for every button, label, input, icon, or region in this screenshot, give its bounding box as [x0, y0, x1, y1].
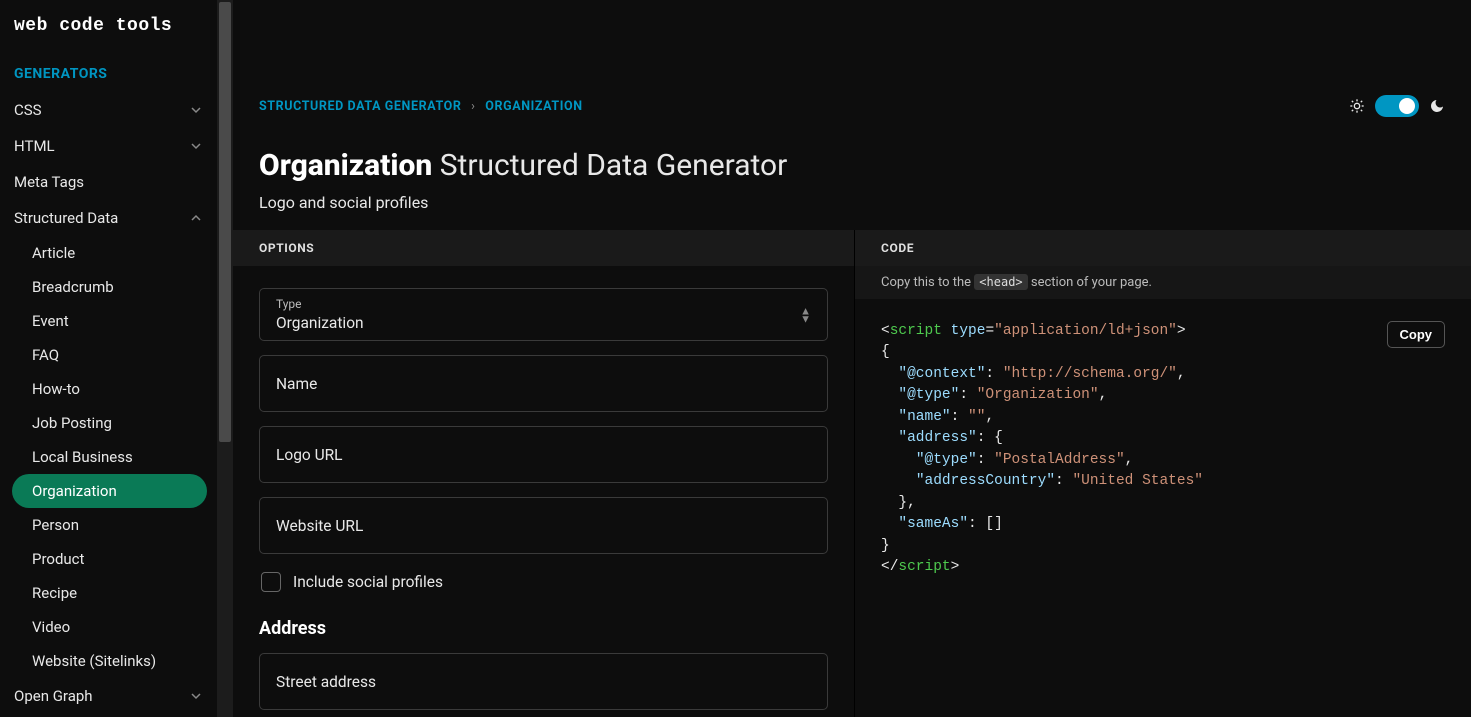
code-token: "Organization" — [977, 387, 1099, 403]
moon-icon — [1429, 98, 1445, 114]
code-hint-tag: <head> — [974, 274, 1027, 290]
page-title-bold: Organization — [259, 148, 432, 183]
sidebar-subitem-product[interactable]: Product — [12, 542, 207, 576]
name-placeholder: Name — [276, 375, 317, 393]
sidebar-sublist-structured-data: Article Breadcrumb Event FAQ How-to Job … — [0, 236, 217, 678]
sun-icon — [1349, 98, 1365, 114]
logo-url-field[interactable]: Logo URL — [259, 426, 828, 483]
website-url-field[interactable]: Website URL — [259, 497, 828, 554]
breadcrumb: STRUCTURED DATA GENERATOR › ORGANIZATION — [259, 99, 583, 114]
code-output: Copy <script type="application/ld+json">… — [855, 299, 1471, 600]
page-title-block: Organization Structured Data Generator L… — [233, 126, 1471, 230]
street-address-field[interactable]: Street address — [259, 653, 828, 710]
code-token: "http://schema.org/" — [1003, 366, 1177, 382]
sidebar-subitem-person[interactable]: Person — [12, 508, 207, 542]
code-token: script — [890, 323, 942, 339]
include-social-label: Include social profiles — [293, 573, 443, 591]
sidebar-item-structured-data[interactable]: Structured Data — [0, 200, 217, 236]
code-token: "@type" — [898, 387, 959, 403]
code-token: "" — [968, 409, 985, 425]
name-field[interactable]: Name — [259, 355, 828, 412]
chevron-down-icon — [189, 689, 203, 703]
code-token: "PostalAddress" — [994, 452, 1125, 468]
code-token: "United States" — [1072, 473, 1203, 489]
theme-toggle-group — [1349, 95, 1445, 117]
sidebar-item-label: CSS — [14, 101, 42, 119]
sidebar-subitem-howto[interactable]: How-to — [12, 372, 207, 406]
code-header: CODE — [855, 230, 1471, 266]
code-token: script — [898, 559, 950, 575]
sidebar-item-html[interactable]: HTML — [0, 128, 217, 164]
code-token: "addressCountry" — [916, 473, 1055, 489]
select-arrows-icon: ▲▼ — [800, 307, 811, 322]
code-panel: CODE Copy this to the <head> section of … — [855, 230, 1471, 717]
scrollbar-thumb[interactable] — [219, 2, 231, 442]
address-section-header: Address — [259, 610, 828, 653]
sidebar-item-css[interactable]: CSS — [0, 92, 217, 128]
sidebar-subitem-article[interactable]: Article — [12, 236, 207, 270]
page-title-rest: Structured Data Generator — [432, 148, 787, 183]
checkbox-icon[interactable] — [261, 572, 281, 592]
sidebar: web code tools GENERATORS CSS HTML Meta … — [0, 0, 217, 717]
options-header: OPTIONS — [233, 230, 854, 266]
code-token: "sameAs" — [898, 516, 968, 532]
include-social-checkbox-row[interactable]: Include social profiles — [259, 568, 828, 610]
type-label: Type — [276, 297, 811, 311]
sidebar-section-label: GENERATORS — [0, 60, 217, 92]
code-hint: Copy this to the <head> section of your … — [855, 266, 1471, 299]
toggle-knob — [1399, 98, 1415, 114]
website-placeholder: Website URL — [276, 517, 363, 535]
code-token: "@context" — [898, 366, 985, 382]
sidebar-subitem-website[interactable]: Website (Sitelinks) — [12, 644, 207, 678]
type-value: Organization — [276, 314, 811, 332]
sidebar-item-label: Structured Data — [14, 209, 118, 227]
code-token: "@type" — [916, 452, 977, 468]
sidebar-item-label: HTML — [14, 137, 55, 155]
brand-logo[interactable]: web code tools — [0, 16, 217, 60]
sidebar-item-label: Open Graph — [14, 687, 93, 705]
page-subtitle: Logo and social profiles — [259, 193, 1445, 212]
code-token: "address" — [898, 430, 976, 446]
sidebar-item-label: Meta Tags — [14, 173, 84, 191]
options-panel: OPTIONS Type Organization ▲▼ Name Logo U… — [233, 230, 855, 717]
sidebar-item-meta-tags[interactable]: Meta Tags — [0, 164, 217, 200]
logo-placeholder: Logo URL — [276, 446, 343, 464]
theme-toggle[interactable] — [1375, 95, 1419, 117]
code-token: type — [951, 323, 986, 339]
sidebar-subitem-event[interactable]: Event — [12, 304, 207, 338]
street-placeholder: Street address — [276, 673, 376, 691]
code-token: "application/ld+json" — [994, 323, 1177, 339]
chevron-up-icon — [189, 211, 203, 225]
page-title: Organization Structured Data Generator — [259, 148, 1445, 183]
copy-button[interactable]: Copy — [1387, 321, 1446, 348]
code-hint-suffix: section of your page. — [1028, 275, 1152, 290]
breadcrumb-row: STRUCTURED DATA GENERATOR › ORGANIZATION — [233, 86, 1471, 126]
chevron-down-icon — [189, 103, 203, 117]
code-hint-prefix: Copy this to the — [881, 275, 974, 290]
sidebar-subitem-jobposting[interactable]: Job Posting — [12, 406, 207, 440]
chevron-down-icon — [189, 139, 203, 153]
top-ad-space — [233, 0, 1471, 86]
sidebar-subitem-localbusiness[interactable]: Local Business — [12, 440, 207, 474]
sidebar-subitem-faq[interactable]: FAQ — [12, 338, 207, 372]
code-token: "name" — [898, 409, 950, 425]
sidebar-item-opengraph[interactable]: Open Graph — [0, 678, 217, 714]
breadcrumb-parent[interactable]: STRUCTURED DATA GENERATOR — [259, 99, 461, 114]
type-select[interactable]: Type Organization ▲▼ — [259, 288, 828, 341]
chevron-right-icon: › — [465, 99, 481, 114]
sidebar-subitem-breadcrumb[interactable]: Breadcrumb — [12, 270, 207, 304]
sidebar-subitem-recipe[interactable]: Recipe — [12, 576, 207, 610]
sidebar-subitem-organization[interactable]: Organization — [12, 474, 207, 508]
sidebar-scrollbar[interactable] — [217, 0, 233, 717]
breadcrumb-current: ORGANIZATION — [485, 99, 582, 114]
sidebar-subitem-video[interactable]: Video — [12, 610, 207, 644]
main-content: STRUCTURED DATA GENERATOR › ORGANIZATION… — [233, 0, 1471, 717]
